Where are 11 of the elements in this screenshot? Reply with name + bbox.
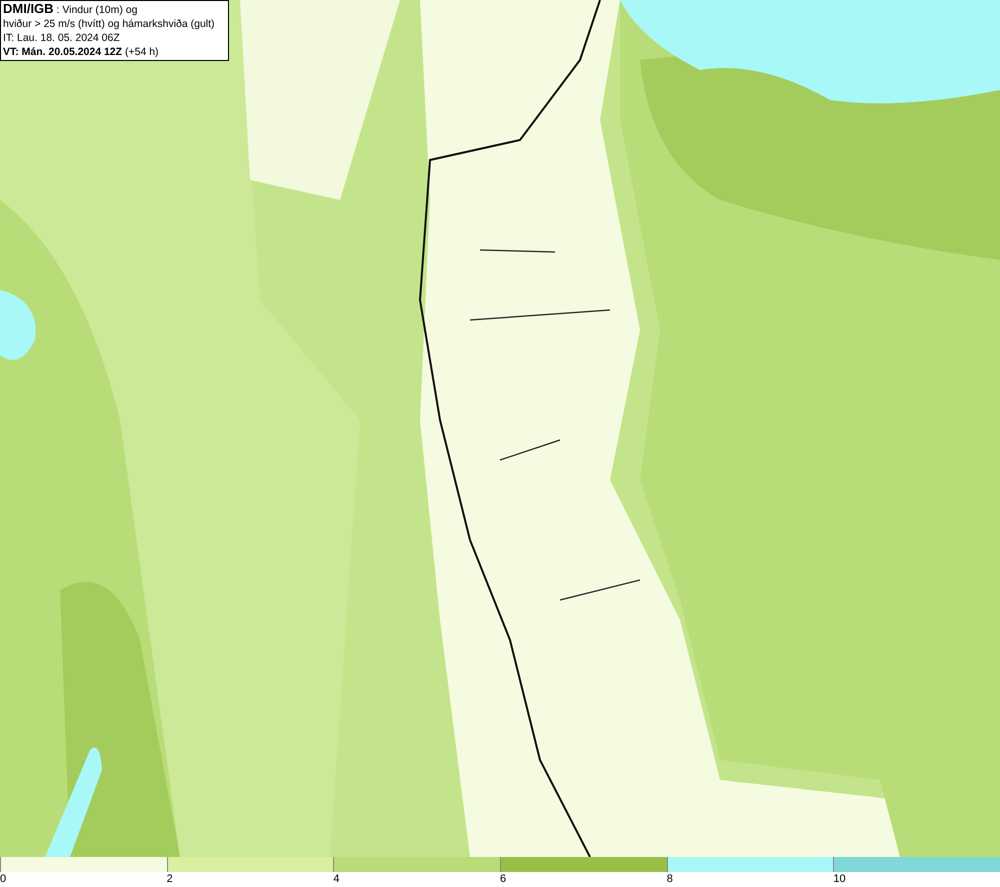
legend-label: 6 <box>500 873 506 885</box>
info-text: VT: Mán. 20.05.2024 12Z (+54 h) <box>3 45 160 59</box>
info-text: : Vindur (10m) og <box>56 4 138 16</box>
info-text: hviður > 25 m/s (hvítt) og hámarkshviða (gult) <box>3 17 216 31</box>
legend-label: 10 <box>833 873 846 885</box>
info-text: IT: Lau. 18. 05. 2024 06Z <box>3 31 121 45</box>
legend-label: 4 <box>333 873 340 885</box>
legend-label: 0 <box>0 873 6 885</box>
legend-label: 2 <box>166 873 173 885</box>
source-label: DMI/IGB <box>3 1 54 16</box>
legend-label: 8 <box>666 873 673 885</box>
